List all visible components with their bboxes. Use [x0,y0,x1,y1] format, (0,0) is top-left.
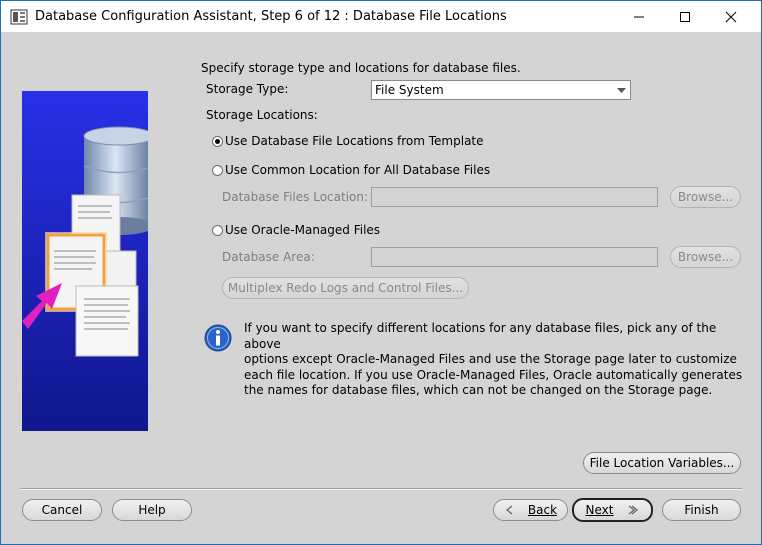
file-location-variables-button[interactable]: File Location Variables... [583,452,741,474]
multiplex-button[interactable]: Multiplex Redo Logs and Control Files... [222,277,469,299]
browse-area-button[interactable]: Browse... [670,246,741,268]
close-icon [725,11,737,22]
db-files-location-input[interactable] [371,187,658,207]
window-title: Database Configuration Assistant, Step 6… [35,9,507,24]
next-button[interactable]: Next [572,498,653,522]
info-message: If you want to specify different locatio… [244,321,744,399]
storage-locations-label: Storage Locations: [206,108,318,122]
info-line: the names for database files, which can … [244,383,713,397]
chevron-down-icon [617,88,626,93]
finish-label: Finish [684,503,719,517]
option-use-template-label[interactable]: Use Database File Locations from Templat… [225,134,484,148]
db-area-input[interactable] [371,247,658,267]
db-files-location-label: Database Files Location: [222,190,369,204]
minimize-icon [634,16,644,17]
next-label: Next [585,503,614,517]
intro-text: Specify storage type and locations for d… [201,61,521,75]
storage-type-label: Storage Type: [206,82,289,96]
maximize-icon [680,11,690,22]
database-files-illustration [22,91,148,431]
radio-common-location[interactable] [212,165,223,176]
chevron-right-icon [629,505,639,515]
radio-use-template[interactable] [212,136,223,147]
info-icon [204,324,232,352]
back-label: Back [527,503,558,517]
title-bar[interactable]: Database Configuration Assistant, Step 6… [1,1,761,32]
option-oracle-managed-label[interactable]: Use Oracle-Managed Files [225,223,380,237]
finish-button[interactable]: Finish [662,499,741,521]
maximize-button[interactable] [662,1,708,32]
info-line: If you want to specify different locatio… [244,321,717,351]
radio-oracle-managed[interactable] [212,225,223,236]
browse-files-button[interactable]: Browse... [670,186,741,208]
db-area-label: Database Area: [222,250,315,264]
close-button[interactable] [708,1,754,32]
info-line: options except Oracle-Managed Files and … [244,352,737,366]
cancel-button[interactable]: Cancel [22,499,102,521]
minimize-button[interactable] [616,1,662,32]
storage-type-value: File System [375,83,444,97]
chevron-left-icon [505,505,513,515]
app-icon [10,9,28,25]
wizard-content: Specify storage type and locations for d… [8,32,756,540]
footer-separator [20,488,742,490]
dbca-window: Database Configuration Assistant, Step 6… [0,0,762,545]
help-button[interactable]: Help [112,499,192,521]
option-common-location-label[interactable]: Use Common Location for All Database Fil… [225,163,490,177]
back-button[interactable]: Back [493,499,568,521]
info-line: each file location. If you use Oracle-Ma… [244,367,743,382]
storage-type-select[interactable]: File System [371,80,631,100]
